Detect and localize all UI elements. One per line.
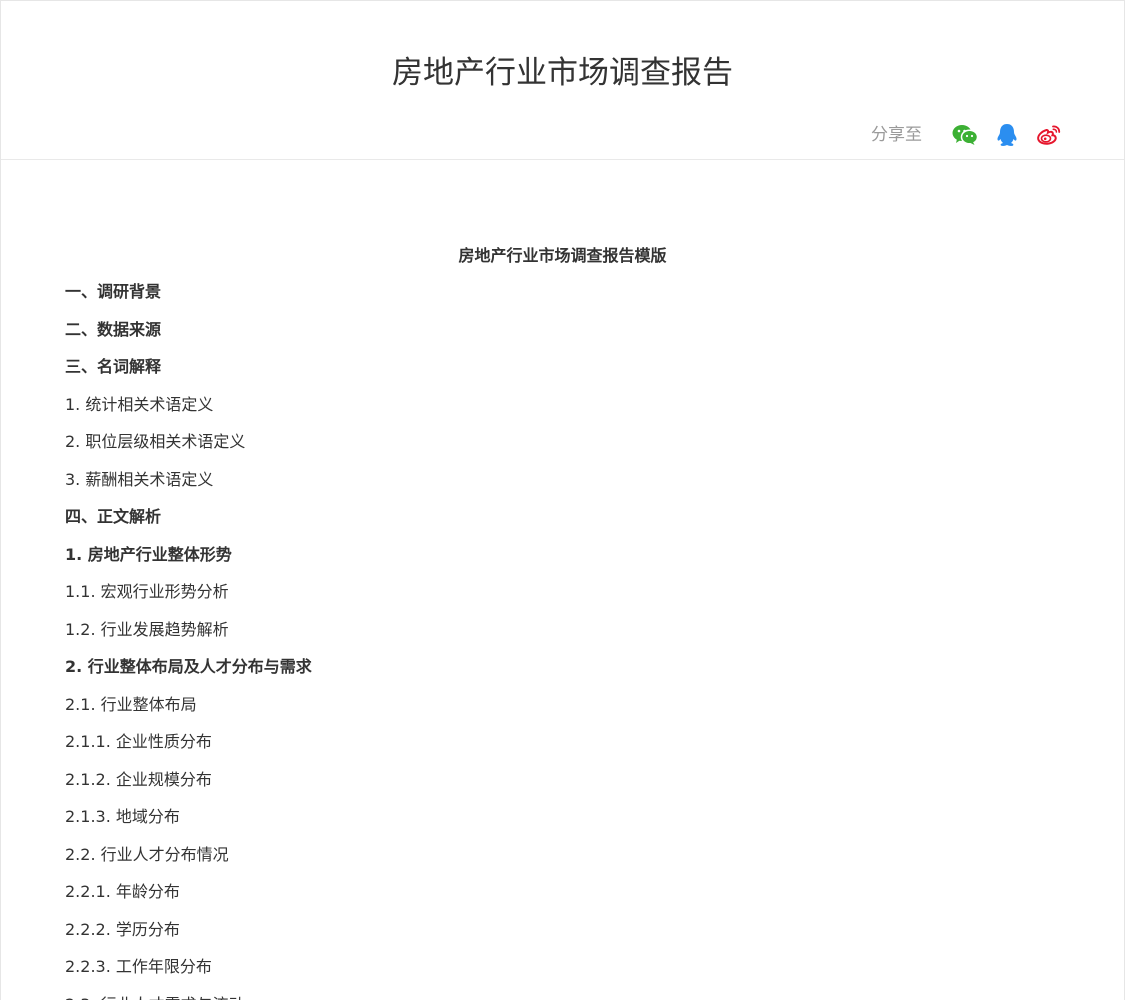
toc-item: 2.1. 行业整体布局 (65, 694, 197, 714)
toc-item: 2.3. 行业人才需求与流动 (65, 995, 1060, 1000)
toc-item: 一、调研背景 (65, 282, 162, 301)
toc-item: 1. 房地产行业整体形势 (65, 544, 232, 564)
toc-item: 2. 职位层级相关术语定义 (65, 432, 246, 451)
toc-item: 2.2. 行业人才分布情况 (65, 844, 229, 864)
toc-item: 2.1.3. 地域分布 (65, 807, 180, 826)
share-label: 分享至 (871, 125, 922, 145)
table-of-contents: 一、调研背景 二、数据来源 三、名词解释 1. 统计相关术语定义 2. 职位层级相关术语… (65, 282, 1060, 1000)
weibo-icon[interactable] (1036, 122, 1062, 148)
wechat-icon[interactable] (952, 122, 978, 148)
toc-item: 1. 统计相关术语定义 (65, 394, 214, 414)
toc-item: 二、数据来源 (65, 319, 162, 339)
article-header: 房地产行业市场调查报告 分享至 (1, 1, 1124, 160)
toc-item: 2.1.1. 企业性质分布 (65, 732, 212, 751)
toc-item: 3. 薪酬相关术语定义 (65, 469, 214, 489)
page: 房地产行业市场调查报告 分享至 房地产行业市场调查报告模版 一、调研背景 二、数… (0, 0, 1125, 1000)
document-heading: 房地产行业市场调查报告模版 (458, 246, 667, 265)
toc-item: 1.2. 行业发展趋势解析 (65, 619, 229, 639)
share-bar: 分享至 (871, 121, 1062, 149)
toc-item: 1.1. 宏观行业形势分析 (65, 582, 229, 601)
toc-item: 2.1.2. 企业规模分布 (65, 769, 212, 789)
toc-item: 2.2.1. 年龄分布 (65, 882, 180, 901)
page-title: 房地产行业市场调查报告 (392, 55, 733, 91)
toc-item: 三、名词解释 (65, 357, 162, 376)
toc-item: 2.2.3. 工作年限分布 (65, 957, 212, 976)
toc-item: 2.2.2. 学历分布 (65, 919, 180, 939)
qq-icon[interactable] (994, 122, 1020, 148)
toc-item: 四、正文解析 (65, 507, 162, 526)
toc-item: 2. 行业整体布局及人才分布与需求 (65, 657, 312, 676)
